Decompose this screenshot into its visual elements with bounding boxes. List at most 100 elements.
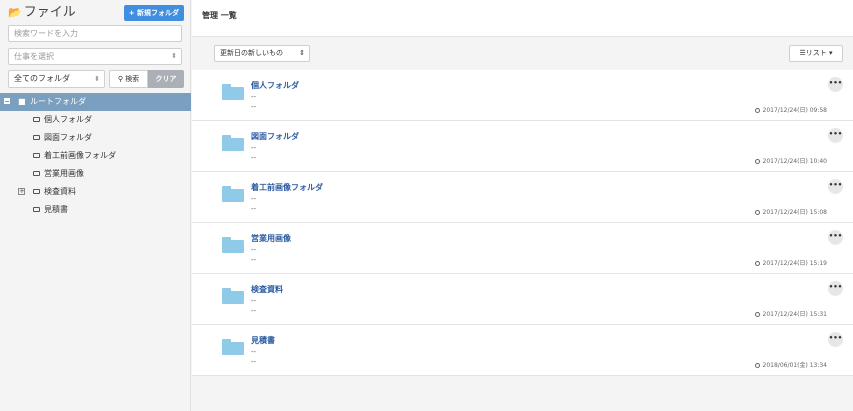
folder-open-icon: 📂 bbox=[8, 6, 22, 19]
folder-row[interactable]: 着工前画像フォルダ -- -- ••• 2017/12/24(日) 15:08 bbox=[192, 172, 853, 223]
folder-date-label: 2017/12/24(日) 15:19 bbox=[762, 260, 827, 267]
folder-icon bbox=[222, 135, 244, 151]
folder-name[interactable]: 図面フォルダ bbox=[251, 131, 299, 142]
tree-item-label: 着工前画像フォルダ bbox=[44, 151, 116, 160]
folder-date-label: 2018/06/01(金) 13:34 bbox=[762, 362, 827, 369]
tree-root-folder[interactable]: ■ ルートフォルダ bbox=[0, 93, 191, 111]
folder-row[interactable]: 営業用画像 -- -- ••• 2017/12/24(日) 15:19 bbox=[192, 223, 853, 274]
collapse-icon[interactable] bbox=[4, 98, 10, 104]
view-mode-label: リスト bbox=[805, 49, 827, 57]
folder-date: 2017/12/24(日) 09:58 bbox=[754, 105, 827, 114]
more-options-button[interactable]: ••• bbox=[828, 332, 843, 347]
folder-filter-label: 全てのフォルダ bbox=[14, 74, 70, 83]
folder-date: 2018/06/01(金) 13:34 bbox=[754, 360, 827, 369]
sort-select-label: 更新日の新しいもの bbox=[220, 49, 283, 57]
folder-date: 2017/12/24(日) 15:08 bbox=[754, 207, 827, 216]
clock-icon bbox=[754, 159, 760, 164]
folder-icon bbox=[222, 288, 244, 304]
tree-item-sales-images[interactable]: 営業用画像 bbox=[0, 165, 191, 183]
folder-date-label: 2017/12/24(日) 15:08 bbox=[762, 209, 827, 216]
folder-row[interactable]: 見積書 -- -- ••• 2018/06/01(金) 13:34 bbox=[192, 325, 853, 376]
folder-name[interactable]: 営業用画像 bbox=[251, 233, 291, 244]
folder-icon bbox=[33, 189, 40, 194]
tree-item-personal[interactable]: 個人フォルダ bbox=[0, 111, 191, 129]
folder-icon bbox=[222, 339, 244, 355]
tree-item-label: 図面フォルダ bbox=[44, 133, 92, 142]
clock-icon bbox=[754, 261, 760, 266]
more-options-button[interactable]: ••• bbox=[828, 77, 843, 92]
sidebar: 📂 ファイル + 新規フォルダ 検索ワードを入力 仕事を選択 ⬍ 全てのフォルダ … bbox=[0, 0, 191, 411]
folder-date: 2017/12/24(日) 15:19 bbox=[754, 258, 827, 267]
tree-item-label: 個人フォルダ bbox=[44, 115, 92, 124]
folder-filter-select[interactable]: 全てのフォルダ ⬍ bbox=[8, 70, 105, 88]
search-icon: ⚲ bbox=[117, 75, 123, 83]
folder-icon bbox=[33, 135, 40, 140]
clock-icon bbox=[754, 108, 760, 113]
tree-item-pre-construction[interactable]: 着工前画像フォルダ bbox=[0, 147, 191, 165]
tree-item-inspection[interactable]: + 検査資料 bbox=[0, 183, 191, 201]
job-select[interactable]: 仕事を選択 ⬍ bbox=[8, 48, 182, 65]
folder-date-label: 2017/12/24(日) 09:58 bbox=[762, 107, 827, 114]
select-arrow-icon: ⬍ bbox=[94, 75, 100, 83]
folder-row[interactable]: 図面フォルダ -- -- ••• 2017/12/24(日) 10:40 bbox=[192, 121, 853, 172]
tree-item-drawings[interactable]: 図面フォルダ bbox=[0, 129, 191, 147]
folder-detail: -- bbox=[251, 297, 257, 305]
tree-root-label: ルートフォルダ bbox=[30, 97, 86, 106]
select-arrow-icon: ⬍ bbox=[171, 52, 177, 60]
search-input[interactable]: 検索ワードを入力 bbox=[8, 25, 182, 42]
expand-icon[interactable]: + bbox=[18, 188, 25, 195]
folder-icon bbox=[33, 171, 40, 176]
page-title: 管理 一覧 bbox=[202, 11, 237, 20]
main-panel: 管理 一覧 更新日の新しいもの ⇕ ☰リスト ▾ 個人フォルダ -- -- ••… bbox=[192, 0, 853, 411]
folder-name[interactable]: 個人フォルダ bbox=[251, 80, 299, 91]
select-arrow-icon: ⇕ bbox=[299, 49, 305, 57]
search-button-label: 検索 bbox=[125, 75, 140, 83]
folder-detail: -- bbox=[251, 103, 257, 111]
tree-item-label: 検査資料 bbox=[44, 187, 76, 196]
folder-row[interactable]: 検査資料 -- -- ••• 2017/12/24(日) 15:31 bbox=[192, 274, 853, 325]
more-options-button[interactable]: ••• bbox=[828, 128, 843, 143]
folder-row[interactable]: 個人フォルダ -- -- ••• 2017/12/24(日) 09:58 bbox=[192, 70, 853, 121]
top-bar: 管理 一覧 bbox=[192, 0, 853, 37]
sidebar-title-label: ファイル bbox=[23, 5, 76, 20]
tree-item-label: 見積書 bbox=[44, 205, 68, 214]
folder-detail: -- bbox=[251, 246, 257, 254]
folder-icon bbox=[222, 237, 244, 253]
folder-detail: -- bbox=[251, 307, 257, 315]
folder-name[interactable]: 見積書 bbox=[251, 335, 275, 346]
folder-icon: ■ bbox=[18, 97, 26, 106]
folder-detail: -- bbox=[251, 205, 257, 213]
more-options-button[interactable]: ••• bbox=[828, 230, 843, 245]
folder-name[interactable]: 検査資料 bbox=[251, 284, 283, 295]
clock-icon bbox=[754, 210, 760, 215]
sidebar-header: 📂 ファイル + 新規フォルダ bbox=[8, 4, 184, 22]
tree-item-label: 営業用画像 bbox=[44, 169, 84, 178]
search-button[interactable]: ⚲ 検索 bbox=[109, 70, 148, 88]
folder-detail: -- bbox=[251, 256, 257, 264]
sort-select[interactable]: 更新日の新しいもの ⇕ bbox=[214, 45, 310, 62]
clear-button[interactable]: クリア bbox=[148, 70, 184, 88]
clock-icon bbox=[754, 363, 760, 368]
folder-detail: -- bbox=[251, 195, 257, 203]
tree-item-estimates[interactable]: 見積書 bbox=[0, 201, 191, 219]
folder-date: 2017/12/24(日) 10:40 bbox=[754, 156, 827, 165]
view-mode-button[interactable]: ☰リスト ▾ bbox=[789, 45, 843, 62]
folder-date: 2017/12/24(日) 15:31 bbox=[754, 309, 827, 318]
folder-icon bbox=[33, 153, 40, 158]
folder-detail: -- bbox=[251, 348, 257, 356]
folder-detail: -- bbox=[251, 93, 257, 101]
toolbar: 更新日の新しいもの ⇕ ☰リスト ▾ bbox=[192, 37, 853, 70]
folder-detail: -- bbox=[251, 144, 257, 152]
folder-name[interactable]: 着工前画像フォルダ bbox=[251, 182, 323, 193]
folder-detail: -- bbox=[251, 154, 257, 162]
clock-icon bbox=[754, 312, 760, 317]
folder-date-label: 2017/12/24(日) 10:40 bbox=[762, 158, 827, 165]
new-folder-button[interactable]: + 新規フォルダ bbox=[123, 5, 184, 21]
more-options-button[interactable]: ••• bbox=[828, 281, 843, 296]
more-options-button[interactable]: ••• bbox=[828, 179, 843, 194]
folder-icon bbox=[33, 207, 40, 212]
folder-icon bbox=[222, 84, 244, 100]
folder-detail: -- bbox=[251, 358, 257, 366]
folder-date-label: 2017/12/24(日) 15:31 bbox=[762, 311, 827, 318]
sidebar-title: 📂 ファイル bbox=[8, 4, 76, 22]
